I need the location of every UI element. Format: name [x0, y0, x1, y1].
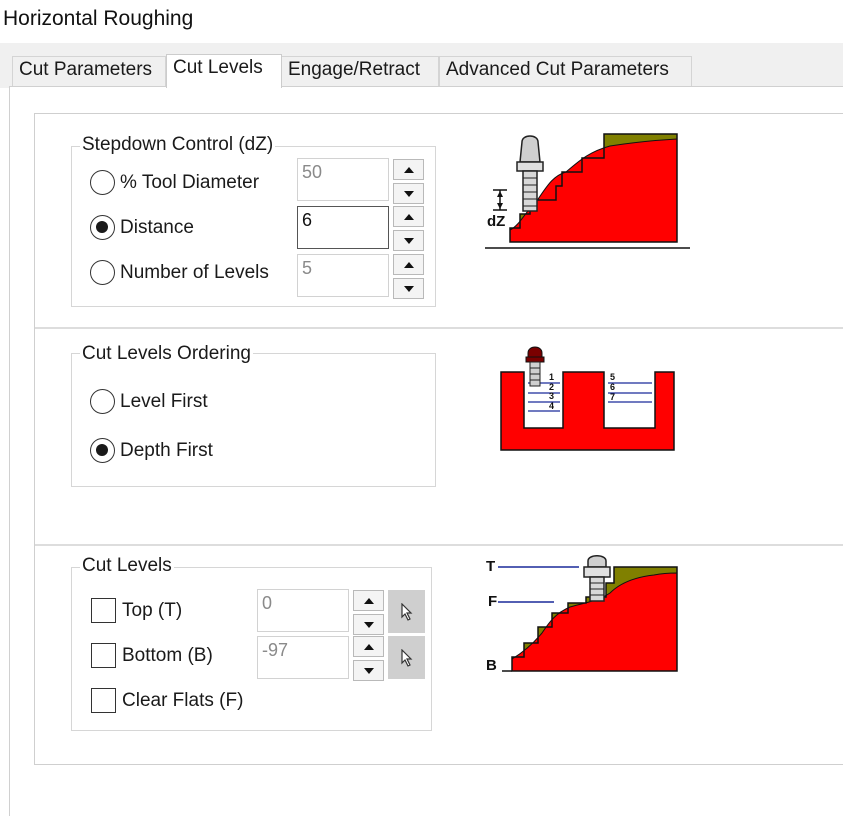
- triangle-down-icon: [403, 190, 414, 197]
- spin-down-button[interactable]: [393, 278, 424, 299]
- number-of-levels-field[interactable]: 5: [297, 254, 389, 297]
- number-of-levels-label: Number of Levels: [120, 261, 269, 283]
- spin-up-button[interactable]: [353, 636, 384, 657]
- cut-levels-ordering-illustration: 1 2 3 4 5 6 7: [500, 346, 675, 451]
- tool-icon: [525, 346, 545, 387]
- level-number: 3: [549, 391, 554, 401]
- level-first-radio-option[interactable]: Level First: [90, 389, 208, 414]
- triangle-up-icon: [403, 213, 414, 220]
- b-label: B: [486, 657, 497, 674]
- clear-flats-label: Clear Flats (F): [122, 689, 244, 711]
- number-of-levels-spinner[interactable]: [393, 254, 424, 299]
- level-first-label: Level First: [120, 390, 208, 412]
- tab-engage-retract[interactable]: Engage/Retract: [281, 56, 439, 87]
- depth-first-radio-option[interactable]: Depth First: [90, 438, 213, 463]
- triangle-up-icon: [403, 166, 414, 173]
- top-pick-button[interactable]: [388, 590, 425, 633]
- spin-down-button[interactable]: [353, 614, 384, 635]
- t-label: T: [486, 558, 495, 575]
- dz-label: dZ: [487, 213, 505, 230]
- stepdown-control-title: Stepdown Control (dZ): [80, 134, 276, 156]
- triangle-down-icon: [403, 237, 414, 244]
- clear-flats-checkbox[interactable]: [91, 688, 116, 713]
- triangle-down-icon: [363, 621, 374, 628]
- top-checkbox[interactable]: [91, 598, 116, 623]
- top-checkbox-option[interactable]: Top (T): [91, 598, 182, 623]
- cut-levels-illustration: T F B: [486, 555, 678, 674]
- cut-levels-title: Cut Levels: [80, 555, 174, 577]
- section-divider: [35, 544, 843, 546]
- depth-first-label: Depth First: [120, 439, 213, 461]
- bottom-checkbox[interactable]: [91, 643, 116, 668]
- number-of-levels-radio[interactable]: [90, 260, 115, 285]
- cut-levels-ordering-title: Cut Levels Ordering: [80, 343, 253, 365]
- cursor-arrow-icon: [400, 648, 412, 667]
- top-spinner[interactable]: [353, 590, 384, 635]
- triangle-down-icon: [363, 667, 374, 674]
- spin-up-button[interactable]: [393, 159, 424, 180]
- cut-levels-ordering-group: [71, 353, 436, 487]
- tool-diameter-field[interactable]: 50: [297, 158, 389, 201]
- bottom-spinner[interactable]: [353, 636, 384, 681]
- level-number: 5: [610, 372, 615, 382]
- bottom-label: Bottom (B): [122, 644, 213, 666]
- top-label: Top (T): [122, 599, 183, 621]
- bottom-checkbox-option[interactable]: Bottom (B): [91, 643, 213, 668]
- spin-down-button[interactable]: [353, 660, 384, 681]
- distance-radio[interactable]: [90, 215, 115, 240]
- number-of-levels-radio-option[interactable]: Number of Levels: [90, 260, 269, 285]
- f-label: F: [488, 593, 497, 610]
- window-title: Horizontal Roughing: [3, 7, 194, 30]
- top-value-field[interactable]: 0: [257, 589, 349, 632]
- section-divider: [35, 327, 843, 329]
- bottom-pick-button[interactable]: [388, 636, 425, 679]
- tool-diameter-radio[interactable]: [90, 170, 115, 195]
- tool-diameter-spinner[interactable]: [393, 159, 424, 204]
- level-number: 7: [610, 392, 615, 402]
- spin-up-button[interactable]: [393, 254, 424, 275]
- triangle-up-icon: [363, 597, 374, 604]
- level-first-radio[interactable]: [90, 389, 115, 414]
- tab-cut-parameters[interactable]: Cut Parameters: [12, 56, 166, 87]
- distance-label: Distance: [120, 216, 194, 238]
- cursor-arrow-icon: [400, 602, 412, 621]
- spin-up-button[interactable]: [353, 590, 384, 611]
- depth-first-radio[interactable]: [90, 438, 115, 463]
- distance-spinner[interactable]: [393, 206, 424, 251]
- stepdown-illustration: dZ: [485, 133, 690, 249]
- spin-down-button[interactable]: [393, 230, 424, 251]
- spin-down-button[interactable]: [393, 183, 424, 204]
- distance-field[interactable]: 6: [297, 206, 389, 249]
- tool-diameter-radio-option[interactable]: % Tool Diameter: [90, 170, 259, 195]
- bottom-value-field[interactable]: -97: [257, 636, 349, 679]
- tab-cut-levels[interactable]: Cut Levels: [166, 54, 282, 88]
- triangle-down-icon: [403, 285, 414, 292]
- tab-advanced-cut-parameters[interactable]: Advanced Cut Parameters: [439, 56, 692, 87]
- triangle-up-icon: [403, 261, 414, 268]
- distance-radio-option[interactable]: Distance: [90, 215, 194, 240]
- clear-flats-checkbox-option[interactable]: Clear Flats (F): [91, 688, 243, 713]
- spin-up-button[interactable]: [393, 206, 424, 227]
- triangle-up-icon: [363, 643, 374, 650]
- level-number: 4: [549, 401, 554, 411]
- level-number: 1: [549, 372, 554, 382]
- tool-diameter-label: % Tool Diameter: [120, 171, 260, 193]
- level-number: 6: [610, 382, 615, 392]
